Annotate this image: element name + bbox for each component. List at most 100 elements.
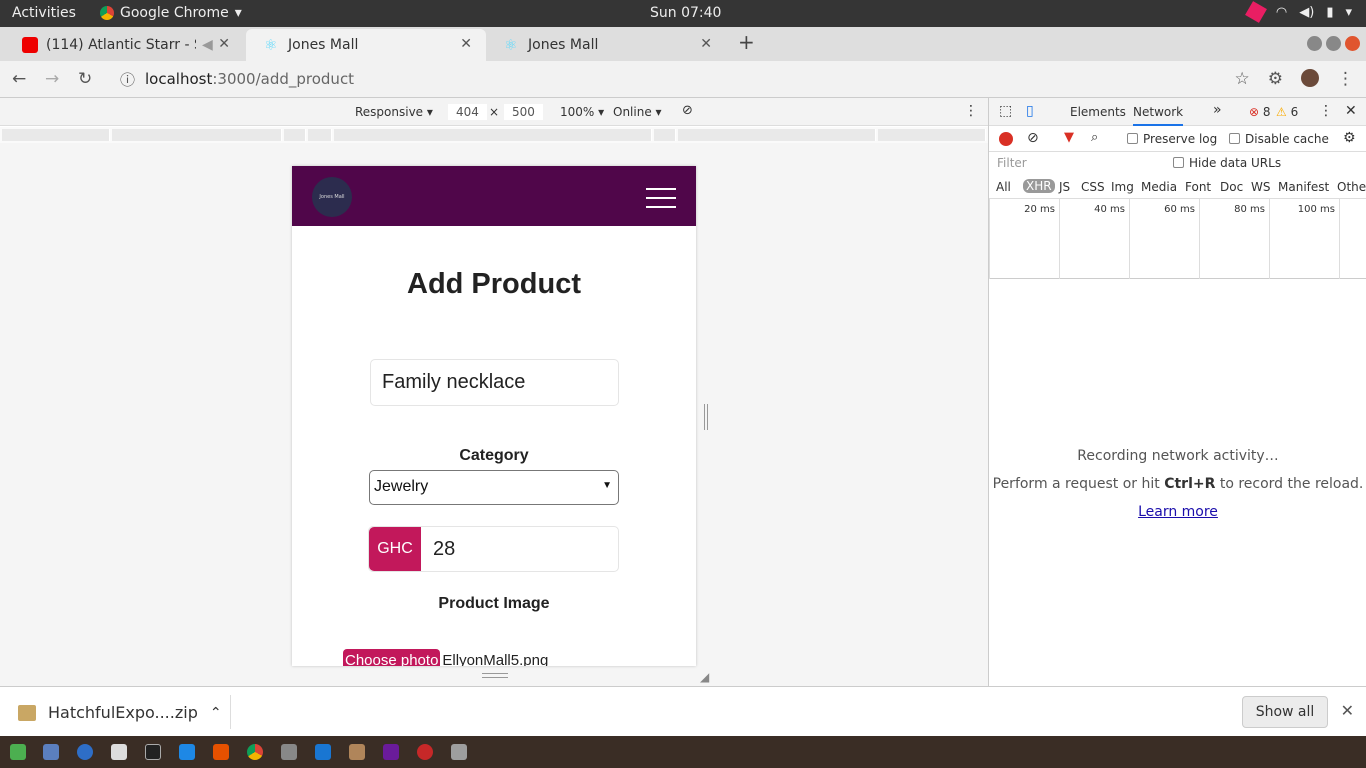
- tab-jones-mall-active[interactable]: ⚛ Jones Mall ✕: [246, 29, 486, 61]
- filter-input[interactable]: Filter: [997, 156, 1027, 170]
- media-query-bar[interactable]: [0, 127, 988, 143]
- network-overview-timeline[interactable]: 20 ms 40 ms 60 ms 80 ms 100 ms: [989, 199, 1366, 279]
- height-input[interactable]: 500: [504, 104, 543, 120]
- store-icon[interactable]: [213, 744, 229, 760]
- menu-icon[interactable]: ⋮: [1337, 69, 1354, 89]
- vscode-icon[interactable]: [315, 744, 331, 760]
- recording-status: Recording network activity…: [1077, 448, 1279, 464]
- chrome-taskbar-icon[interactable]: [247, 744, 263, 760]
- search-icon[interactable]: ⌕: [1091, 130, 1098, 145]
- learn-more-link[interactable]: Learn more: [1138, 504, 1218, 520]
- tab-elements[interactable]: Elements: [1070, 105, 1126, 119]
- tab-youtube[interactable]: (114) Atlantic Starr - So ◀ ✕: [4, 29, 244, 61]
- hamburger-menu-icon[interactable]: [646, 188, 676, 215]
- minimize-button[interactable]: [1307, 36, 1322, 51]
- close-icon[interactable]: ✕: [218, 36, 230, 52]
- bookmark-star-icon[interactable]: ☆: [1235, 69, 1250, 89]
- more-tabs-icon[interactable]: »: [1213, 102, 1222, 118]
- info-icon[interactable]: ⓘ: [120, 69, 135, 90]
- error-count[interactable]: ⊗ 8: [1249, 105, 1271, 119]
- amazon-icon[interactable]: [111, 744, 127, 760]
- app-launcher-icon[interactable]: [10, 744, 26, 760]
- show-all-button[interactable]: Show all: [1242, 696, 1328, 728]
- more-options-icon[interactable]: ⋮: [964, 103, 978, 119]
- reload-button[interactable]: ↻: [78, 69, 92, 89]
- choose-photo-button[interactable]: Choose photo: [343, 649, 441, 666]
- app-indicator-icon[interactable]: [1244, 1, 1267, 23]
- terminal-icon[interactable]: [145, 744, 161, 760]
- width-input[interactable]: 404: [448, 104, 487, 120]
- clear-icon[interactable]: ⊘: [1027, 130, 1039, 146]
- activities-button[interactable]: Activities: [12, 5, 76, 21]
- chevron-down-icon: ▾: [234, 5, 242, 21]
- clock[interactable]: Sun 07:40: [650, 5, 721, 21]
- audio-muted-icon[interactable]: ◀: [202, 37, 213, 53]
- type-img[interactable]: Img: [1111, 180, 1134, 194]
- system-tray[interactable]: ◠ ◀) ▮ ▾: [1244, 1, 1352, 23]
- type-ws[interactable]: WS: [1251, 180, 1270, 194]
- settings-taskbar-icon[interactable]: [281, 744, 297, 760]
- text-editor-icon[interactable]: [43, 744, 59, 760]
- settings-gear-icon[interactable]: ⚙: [1343, 130, 1356, 146]
- files-icon[interactable]: [349, 744, 365, 760]
- system-tool-icon[interactable]: [451, 744, 467, 760]
- extension-icon[interactable]: ⚙: [1268, 69, 1283, 89]
- price-input[interactable]: 28: [433, 538, 455, 561]
- throttling-select[interactable]: Online ▾: [613, 105, 662, 119]
- help-icon[interactable]: [77, 744, 93, 760]
- devtools-menu-icon[interactable]: ⋮: [1319, 103, 1333, 119]
- device-toggle-icon[interactable]: ▯: [1026, 103, 1034, 119]
- close-devtools-icon[interactable]: ✕: [1345, 103, 1357, 119]
- close-shelf-icon[interactable]: ✕: [1341, 701, 1354, 720]
- media-player-icon[interactable]: [417, 744, 433, 760]
- messaging-icon[interactable]: [179, 744, 195, 760]
- close-icon[interactable]: ✕: [700, 36, 712, 52]
- hide-data-urls-checkbox[interactable]: Hide data URLs: [1173, 156, 1281, 170]
- brand-logo[interactable]: Jones Mall: [312, 177, 352, 217]
- back-button[interactable]: ←: [12, 69, 26, 89]
- emulated-viewport-area: Jones Mall Add Product Family necklace C…: [0, 143, 988, 686]
- type-xhr[interactable]: XHR: [1023, 179, 1055, 193]
- product-image-label: Product Image: [438, 595, 550, 612]
- jetbrains-icon[interactable]: [383, 744, 399, 760]
- type-other[interactable]: Other: [1337, 180, 1366, 194]
- close-window-button[interactable]: [1345, 36, 1360, 51]
- address-bar[interactable]: ⓘ localhost:3000/add_product: [110, 65, 1220, 93]
- forward-button[interactable]: →: [45, 69, 59, 89]
- type-media[interactable]: Media: [1141, 180, 1177, 194]
- record-button[interactable]: [999, 132, 1013, 146]
- preserve-log-checkbox[interactable]: Preserve log: [1127, 132, 1217, 146]
- tab-jones-mall[interactable]: ⚛ Jones Mall ✕: [486, 29, 726, 61]
- resize-handle-bottom[interactable]: [482, 673, 508, 678]
- rotate-icon[interactable]: ⊘: [682, 103, 693, 118]
- resize-handle-right[interactable]: [704, 404, 708, 430]
- download-item[interactable]: HatchfulExpo....zip ⌃: [18, 703, 222, 722]
- photo-upload: Choose photo EllyonMall5.png: [343, 649, 550, 666]
- type-doc[interactable]: Doc: [1220, 180, 1243, 194]
- maximize-button[interactable]: [1326, 36, 1341, 51]
- filter-icon[interactable]: ▼: [1064, 130, 1074, 145]
- app-menu[interactable]: Google Chrome ▾: [100, 5, 242, 21]
- timeline-tick: 20 ms: [989, 199, 1059, 279]
- resize-corner-icon[interactable]: ◢: [700, 670, 709, 684]
- wifi-icon: ◠: [1275, 4, 1288, 20]
- type-manifest[interactable]: Manifest: [1278, 180, 1329, 194]
- close-icon[interactable]: ✕: [460, 36, 472, 52]
- tab-network[interactable]: Network: [1133, 105, 1184, 126]
- chevron-up-icon[interactable]: ⌃: [210, 705, 222, 721]
- product-name-input[interactable]: Family necklace: [370, 359, 619, 406]
- devtools-panel: ⬚ ▯ Elements Network » ⊗ 8 ⚠ 6 ⋮ ✕ ⊘ ▼ ⌕…: [988, 98, 1366, 686]
- type-js[interactable]: JS: [1059, 180, 1070, 194]
- disable-cache-checkbox[interactable]: Disable cache: [1229, 132, 1329, 146]
- new-tab-button[interactable]: +: [738, 30, 755, 54]
- type-all[interactable]: All: [996, 180, 1011, 194]
- warning-count[interactable]: ⚠ 6: [1276, 105, 1298, 119]
- type-font[interactable]: Font: [1185, 180, 1211, 194]
- resource-type-filters: All XHR JS CSS Img Media Font Doc WS Man…: [989, 175, 1366, 199]
- category-select[interactable]: Jewelry ▼: [369, 470, 619, 505]
- inspect-element-icon[interactable]: ⬚: [999, 103, 1012, 119]
- device-select[interactable]: Responsive ▾: [355, 105, 433, 119]
- type-css[interactable]: CSS: [1081, 180, 1105, 194]
- zoom-select[interactable]: 100% ▾: [560, 105, 604, 119]
- profile-avatar[interactable]: [1301, 69, 1319, 87]
